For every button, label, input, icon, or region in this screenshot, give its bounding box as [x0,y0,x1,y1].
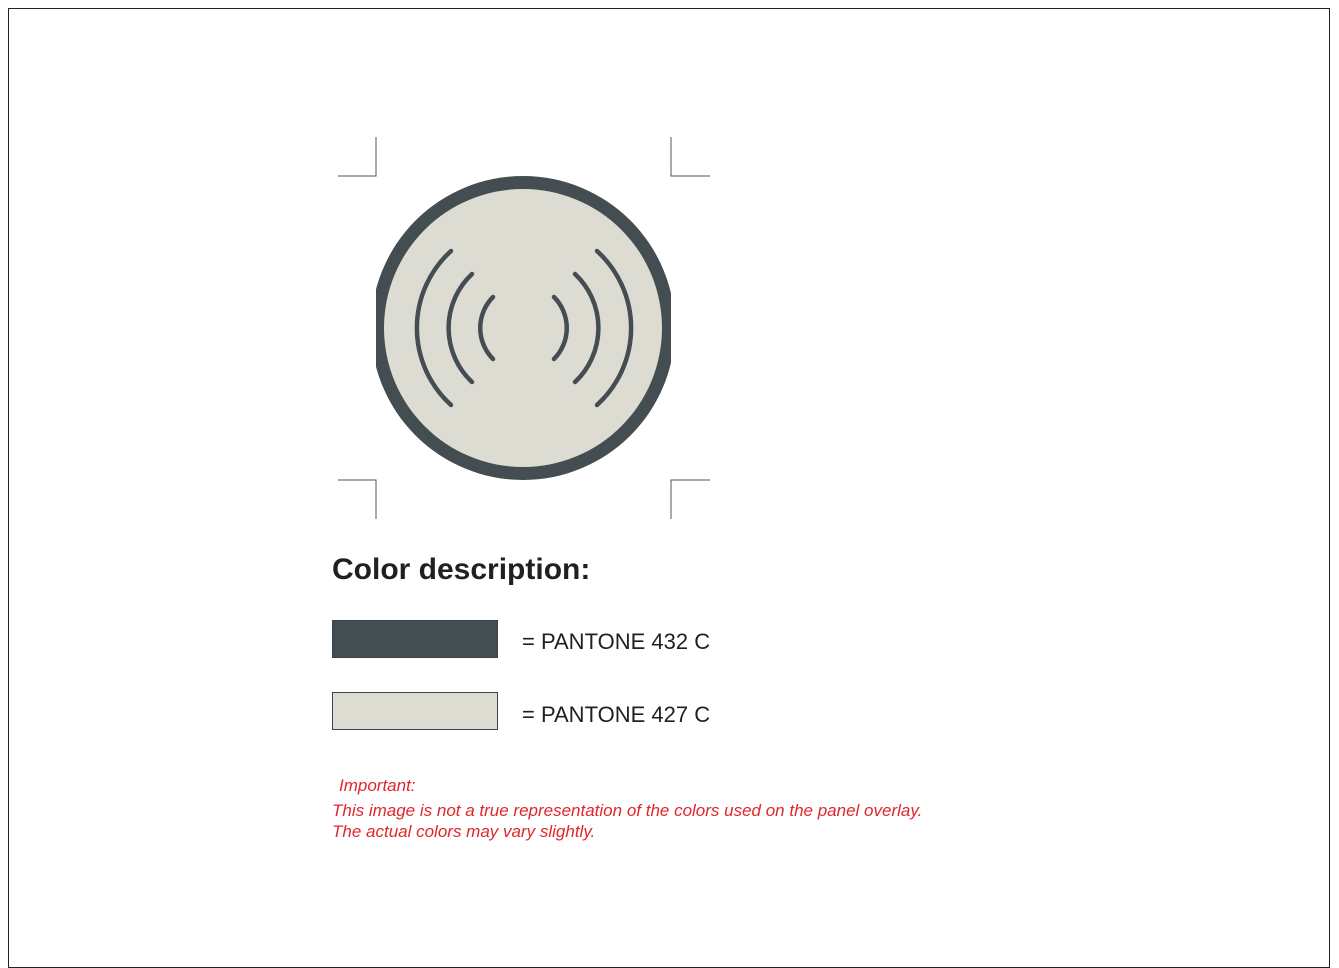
swatch-label-pantone-432: = PANTONE 432 C [522,629,711,654]
crop-mark-bottom-left [338,479,377,519]
swatch-label-pantone-427: = PANTONE 427 C [522,702,711,727]
crop-mark-bottom-right [670,479,710,519]
crop-mark-top-left [338,137,377,177]
color-swatch-pantone-427 [332,692,498,730]
color-description-heading: Color description: [332,553,591,586]
color-swatch-pantone-432 [332,620,498,658]
crop-mark-top-right [670,137,710,177]
button-face [384,189,662,467]
important-note-title: Important: [339,776,416,795]
important-note-line-1: This image is not a true representation … [332,801,923,820]
important-note-line-2: The actual colors may vary slightly. [332,822,596,841]
